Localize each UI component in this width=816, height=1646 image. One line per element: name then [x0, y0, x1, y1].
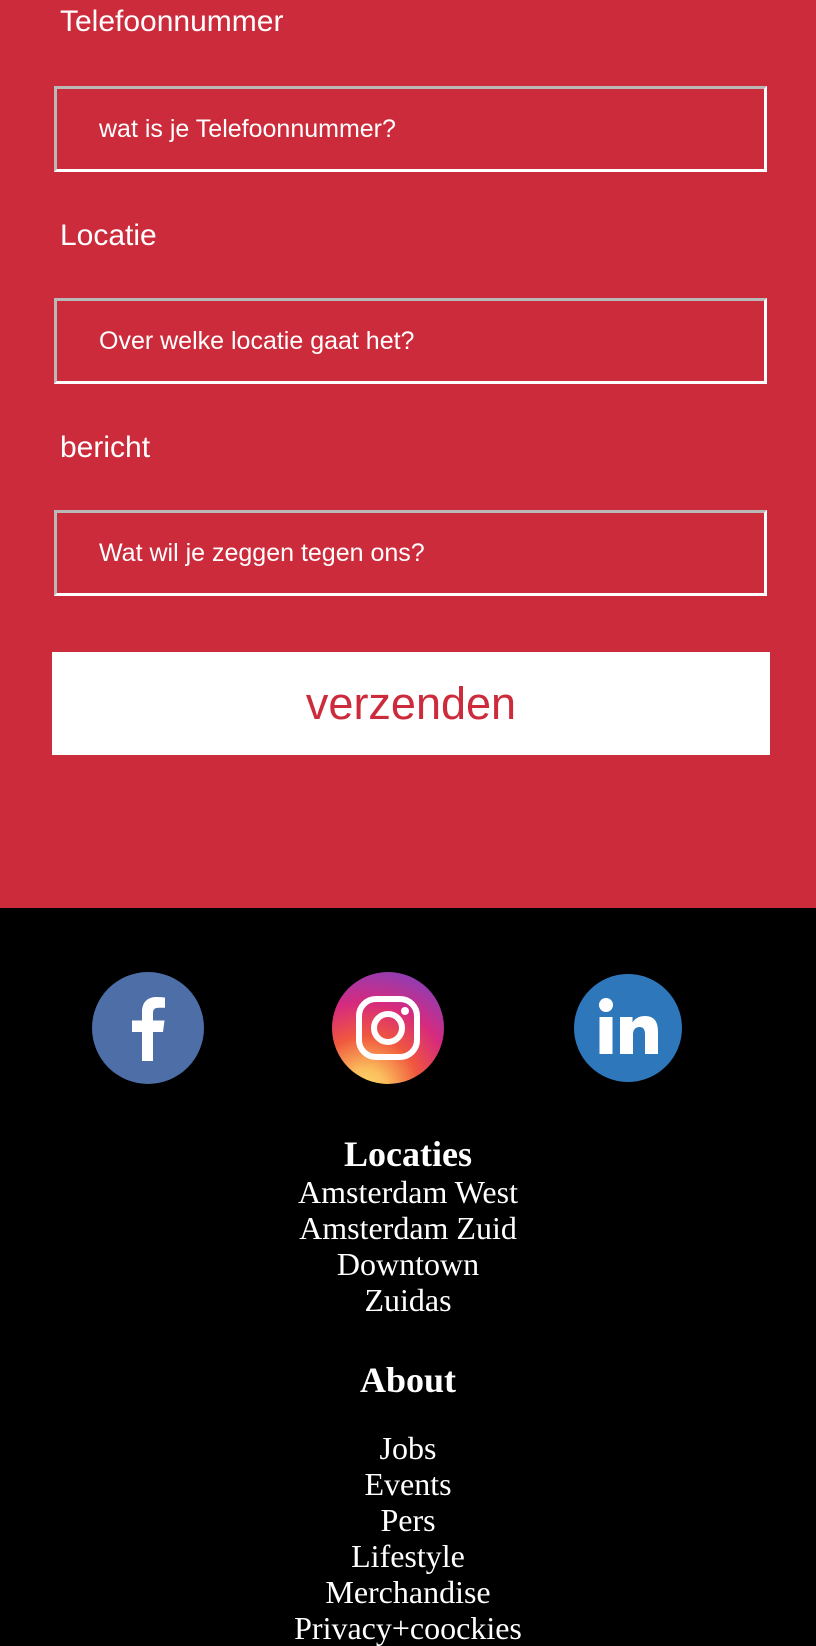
about-link-lifestyle[interactable]: Lifestyle [0, 1538, 816, 1574]
facebook-icon[interactable] [92, 972, 204, 1084]
contact-form: Telefoonnummer Locatie bericht verzenden [0, 0, 816, 908]
location-link-downtown[interactable]: Downtown [0, 1246, 816, 1282]
locations-section: Locaties Amsterdam West Amsterdam Zuid D… [0, 1134, 816, 1318]
instagram-icon[interactable] [332, 972, 444, 1084]
about-section: About Jobs Events Pers Lifestyle Merchan… [0, 1360, 816, 1646]
location-input[interactable] [54, 298, 767, 384]
message-input[interactable] [54, 510, 767, 596]
location-link-zuidas[interactable]: Zuidas [0, 1282, 816, 1318]
about-link-merchandise[interactable]: Merchandise [0, 1574, 816, 1610]
about-link-privacy[interactable]: Privacy+coockies [0, 1610, 816, 1646]
phone-label: Telefoonnummer [60, 5, 284, 38]
about-link-pers[interactable]: Pers [0, 1502, 816, 1538]
location-link-amsterdam-west[interactable]: Amsterdam West [0, 1174, 816, 1210]
footer: Locaties Amsterdam West Amsterdam Zuid D… [0, 908, 816, 1646]
locations-heading: Locaties [344, 1134, 472, 1174]
about-link-events[interactable]: Events [0, 1466, 816, 1502]
about-heading: About [359, 1360, 457, 1400]
linkedin-icon[interactable] [572, 972, 684, 1084]
location-label: Locatie [60, 219, 157, 252]
location-link-amsterdam-zuid[interactable]: Amsterdam Zuid [0, 1210, 816, 1246]
about-link-jobs[interactable]: Jobs [0, 1430, 816, 1466]
phone-input[interactable] [54, 86, 767, 172]
message-label: bericht [60, 431, 151, 464]
submit-button[interactable]: verzenden [52, 652, 770, 755]
